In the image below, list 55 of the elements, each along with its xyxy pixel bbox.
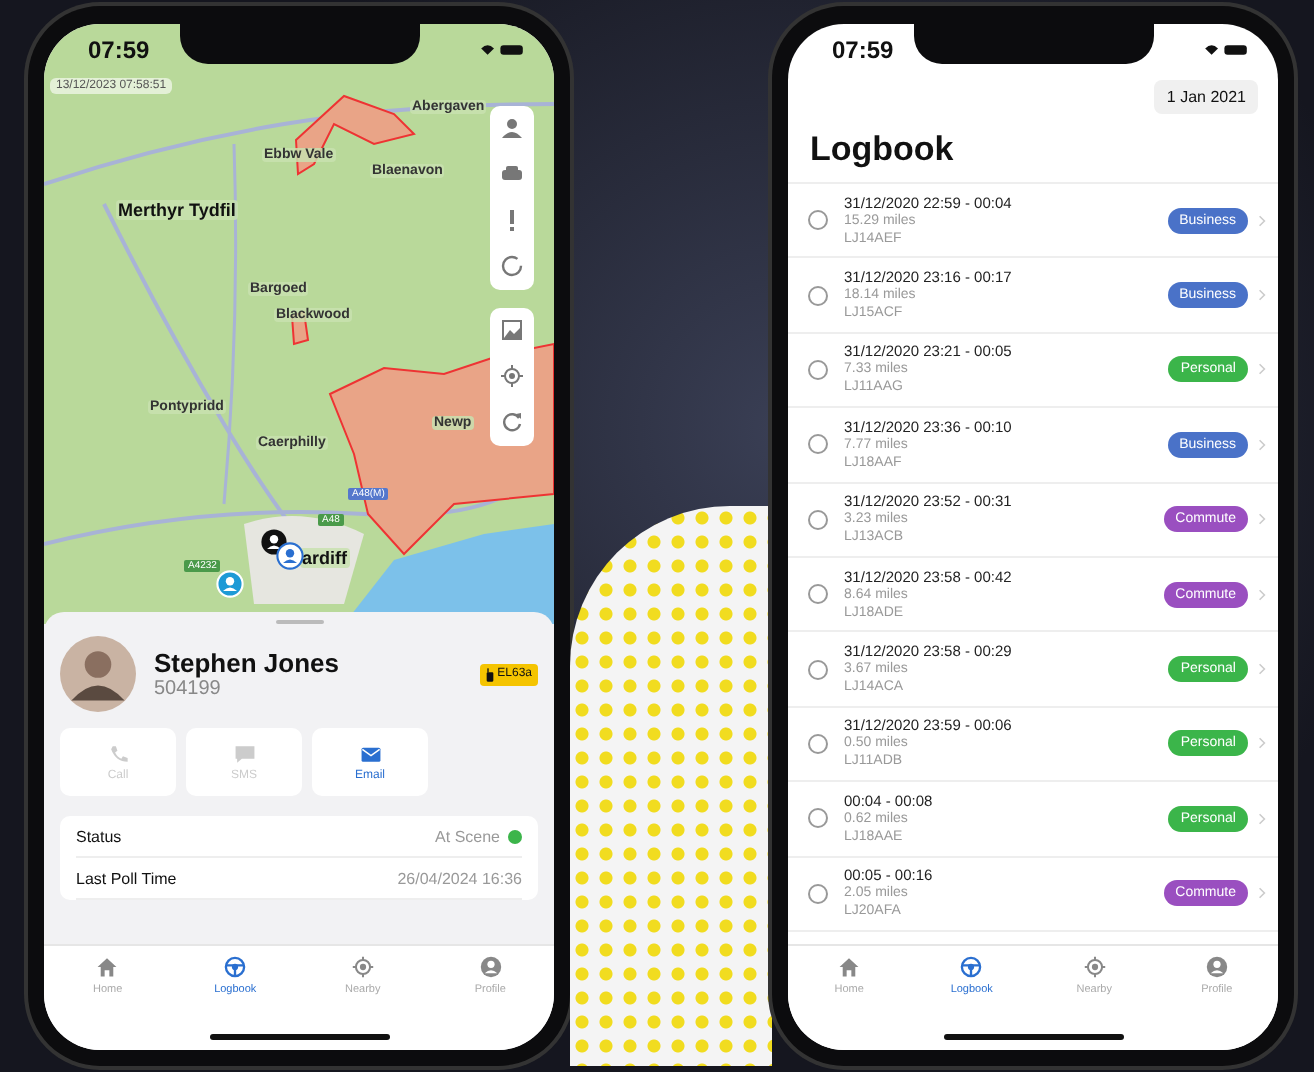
- detail-value: At Scene: [435, 827, 500, 845]
- chevron-right-icon: [1258, 587, 1266, 602]
- image-icon: [500, 318, 524, 342]
- chat-bubble-icon: [233, 743, 255, 763]
- person-marker-icon: [276, 542, 304, 570]
- chevron-right-icon: [1258, 362, 1266, 377]
- status-time: 07:59: [832, 36, 894, 64]
- map-place-label: Merthyr Tydfil: [116, 200, 238, 220]
- select-radio[interactable]: [808, 808, 828, 829]
- chevron-right-icon: [1258, 437, 1266, 452]
- select-radio[interactable]: [808, 883, 828, 904]
- chevron-right-icon: [1258, 512, 1266, 527]
- car-icon: [500, 162, 524, 186]
- contact-id: 504199: [154, 678, 223, 700]
- map-place-label: ardiff: [300, 548, 349, 568]
- chevron-right-icon: [1258, 213, 1266, 228]
- select-radio[interactable]: [808, 733, 828, 754]
- home-icon: [96, 956, 119, 978]
- chevron-right-icon: [1258, 886, 1266, 901]
- crosshair-icon: [500, 364, 524, 388]
- status-time: 07:59: [88, 36, 150, 64]
- select-radio[interactable]: [808, 210, 828, 231]
- chevron-right-icon: [1258, 288, 1266, 303]
- select-radio[interactable]: [808, 285, 828, 306]
- steering-wheel-icon: [224, 956, 247, 978]
- select-radio[interactable]: [808, 509, 828, 530]
- person-icon: [500, 116, 524, 140]
- envelope-icon: [359, 743, 381, 763]
- radio-icon: [485, 667, 494, 681]
- select-radio[interactable]: [808, 659, 828, 680]
- home-icon: [838, 956, 861, 978]
- person-circle-icon: [479, 956, 502, 978]
- detail-value: 26/04/2024 16:36: [397, 869, 522, 887]
- person-marker-icon: [216, 570, 244, 598]
- detail-label: Last Poll Time: [76, 869, 179, 887]
- date-picker-button[interactable]: 1 Jan 2021: [1154, 80, 1258, 114]
- sheet-handle[interactable]: [275, 620, 323, 624]
- chevron-right-icon: [1258, 811, 1266, 826]
- steering-wheel-icon: [960, 956, 983, 978]
- select-radio[interactable]: [808, 359, 828, 380]
- chevron-right-icon: [1258, 662, 1266, 677]
- avatar-silhouette: [60, 636, 136, 712]
- wifi-battery-icon: [478, 42, 526, 58]
- chevron-right-icon: [1258, 736, 1266, 751]
- contact-name: Stephen Jones: [154, 648, 341, 678]
- wifi-battery-icon: [1202, 42, 1250, 58]
- select-radio[interactable]: [808, 434, 828, 455]
- refresh-icon: [500, 410, 524, 434]
- phone-icon: [107, 743, 129, 763]
- detail-label: Status: [76, 827, 124, 845]
- crosshair-icon: [351, 956, 374, 978]
- crosshair-icon: [1083, 956, 1106, 978]
- page-title: Logbook: [810, 130, 956, 170]
- select-radio[interactable]: [808, 584, 828, 605]
- person-circle-icon: [1205, 956, 1228, 978]
